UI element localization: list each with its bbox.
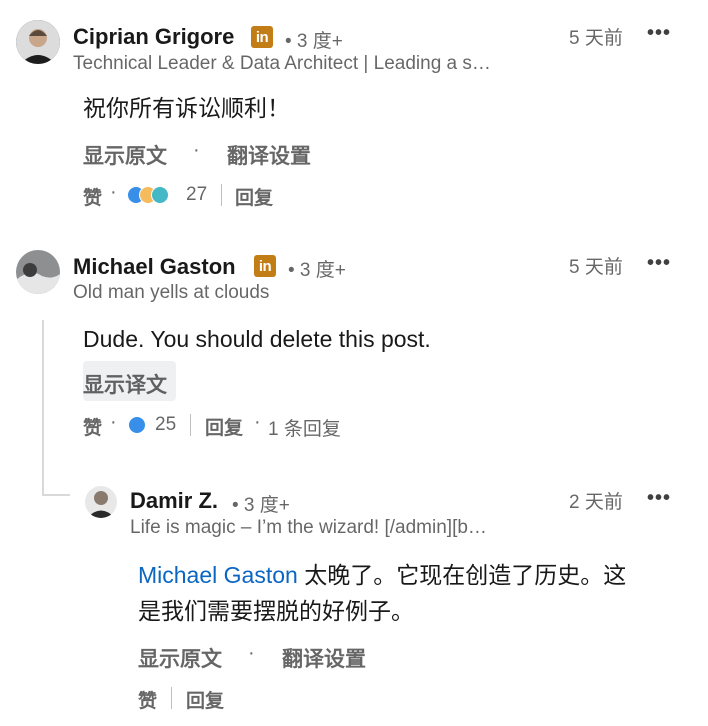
- connection-degree: • 3 度+: [288, 260, 346, 281]
- avatar[interactable]: [85, 486, 117, 518]
- author-name[interactable]: Ciprian Grigore: [73, 24, 234, 50]
- avatar[interactable]: [16, 250, 60, 294]
- avatar-photo-icon: [85, 486, 117, 518]
- more-options-button[interactable]: •••: [647, 487, 671, 510]
- thread-line: [42, 494, 70, 496]
- reply-text-line2: 是我们需要摆脱的好例子。: [138, 598, 414, 624]
- timestamp: 5 天前: [569, 28, 623, 49]
- divider: [190, 414, 191, 436]
- thread-line: [42, 320, 44, 496]
- reactions-stack[interactable]: [127, 186, 179, 204]
- show-original-link[interactable]: 显示原文: [138, 643, 222, 673]
- show-original-link[interactable]: 显示原文: [83, 140, 167, 170]
- separator-dot: ·: [110, 181, 117, 203]
- linkedin-badge-icon: in: [251, 26, 273, 48]
- reply-count-link[interactable]: 1 条回复: [268, 414, 341, 441]
- more-options-button[interactable]: •••: [647, 22, 671, 45]
- avatar-photo-icon: [16, 250, 60, 294]
- mention-link[interactable]: Michael Gaston: [138, 562, 298, 588]
- like-button[interactable]: 赞: [83, 413, 102, 440]
- author-name[interactable]: Michael Gaston: [73, 254, 236, 280]
- timestamp: 5 天前: [569, 257, 623, 278]
- separator-dot: ·: [254, 411, 261, 433]
- avatar-photo-icon: [16, 20, 60, 64]
- reply-button[interactable]: 回复: [235, 183, 273, 210]
- reply-button[interactable]: 回复: [186, 686, 224, 713]
- show-translation-link[interactable]: 显示译文: [83, 369, 167, 399]
- timestamp: 2 天前: [569, 492, 623, 513]
- like-button[interactable]: 赞: [138, 686, 157, 713]
- translation-settings-link[interactable]: 翻译设置: [282, 643, 366, 673]
- like-reaction-icon[interactable]: [128, 416, 146, 434]
- separator-dot: ·: [110, 411, 117, 433]
- connection-degree: • 3 度+: [285, 31, 343, 52]
- reply-text: Michael Gaston 太晚了。它现在创造了历史。这 是我们需要摆脱的好例…: [138, 557, 698, 629]
- comment-text: Dude. You should delete this post.: [83, 326, 431, 352]
- author-name[interactable]: Damir Z.: [130, 488, 218, 514]
- reply-text-line1: 太晚了。它现在创造了历史。这: [297, 562, 627, 588]
- divider: [221, 184, 222, 206]
- author-headline: Technical Leader & Data Architect | Lead…: [73, 53, 491, 74]
- avatar[interactable]: [16, 20, 60, 64]
- separator-dot: ·: [193, 139, 200, 161]
- reaction-count[interactable]: 25: [155, 414, 176, 436]
- separator-dot: ·: [248, 642, 255, 664]
- like-button[interactable]: 赞: [83, 183, 102, 210]
- funny-reaction-icon: [151, 186, 169, 204]
- author-headline: Life is magic – I’m the wizard! [/admin]…: [130, 517, 487, 538]
- translation-settings-link[interactable]: 翻译设置: [227, 140, 311, 170]
- reply-button[interactable]: 回复: [205, 413, 243, 440]
- reaction-count[interactable]: 27: [186, 184, 207, 206]
- linkedin-badge-icon: in: [254, 255, 276, 277]
- more-options-button[interactable]: •••: [647, 252, 671, 275]
- divider: [171, 687, 172, 709]
- author-headline: Old man yells at clouds: [73, 282, 270, 303]
- comment-text: 祝你所有诉讼顺利！: [83, 95, 290, 121]
- connection-degree: • 3 度+: [232, 495, 290, 516]
